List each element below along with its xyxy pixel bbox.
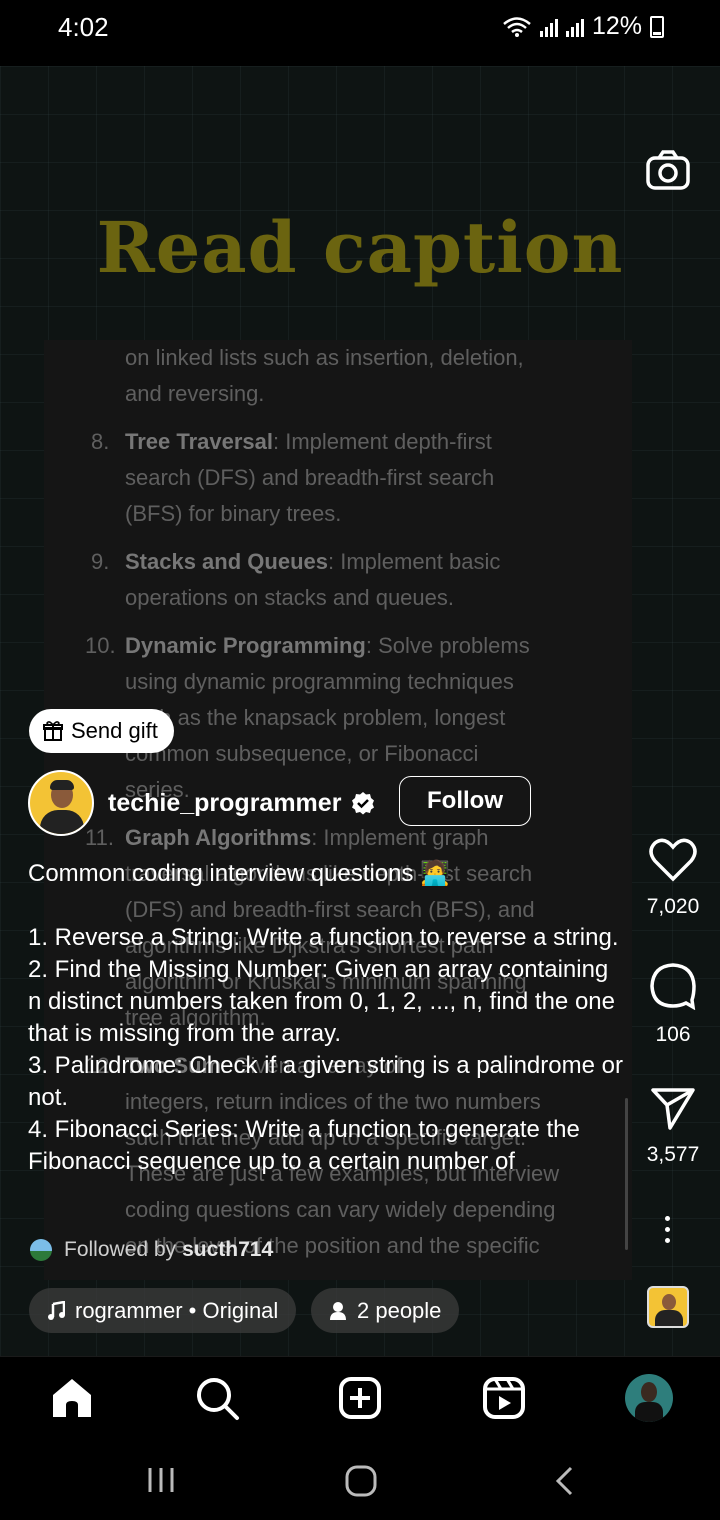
person-icon <box>330 1301 346 1320</box>
send-gift-label: Send gift <box>71 718 158 743</box>
like-count: 7,020 <box>646 895 700 918</box>
document-line-number: 9. <box>91 549 110 574</box>
username[interactable]: techie_programmer <box>108 789 341 818</box>
avatar[interactable] <box>28 770 94 836</box>
author-row: techie_programmer <box>28 770 375 836</box>
comment-count: 106 <box>655 1023 691 1046</box>
more-options-icon[interactable] <box>665 1216 671 1249</box>
caption-headline: Common coding interview questions 🧑‍💻 <box>28 860 451 887</box>
share-count: 3,577 <box>646 1143 700 1166</box>
document-line-text: and reversing. <box>125 381 265 406</box>
back-icon[interactable] <box>554 1465 574 1497</box>
document-line: 9. Stacks and Queues: Implement basic <box>91 544 501 580</box>
home-icon[interactable] <box>49 1375 95 1421</box>
signal-icon <box>565 17 584 37</box>
document-line-text: : Implement basic <box>327 549 501 574</box>
document-line-text: common subsequence, or Fibonacci <box>125 741 479 766</box>
send-icon <box>651 1088 695 1130</box>
document-line-text: (BFS) for binary trees. <box>125 501 342 526</box>
home-button-icon[interactable] <box>345 1465 377 1497</box>
document-line-text: such as the knapsack problem, longest <box>125 705 506 730</box>
document-line: common subsequence, or Fibonacci <box>125 736 478 772</box>
reel-title-text: Read caption <box>96 206 624 289</box>
battery-icon <box>650 15 664 38</box>
caption-line: 4. Fibonacci Series: Write a function to… <box>28 1116 580 1175</box>
document-line: operations on stacks and queues. <box>125 580 454 616</box>
system-nav-bar <box>0 1440 720 1520</box>
followed-by-prefix: Followed by <box>64 1238 177 1261</box>
document-line-text: operations on stacks and queues. <box>125 585 455 610</box>
document-line-text: coding questions can vary widely dependi… <box>125 1197 556 1222</box>
search-icon[interactable] <box>194 1375 240 1421</box>
battery-percent: 12% <box>591 12 642 40</box>
document-line: coding questions can vary widely dependi… <box>125 1192 556 1228</box>
document-line: such as the knapsack problem, longest <box>125 700 505 736</box>
document-line: using dynamic programming techniques <box>125 664 514 700</box>
people-label: 2 people <box>357 1297 442 1323</box>
document-line-number: 8. <box>91 429 110 454</box>
follow-button[interactable]: Follow <box>399 776 531 826</box>
caption-line: 3. Palindrome: Check if a given string i… <box>28 1052 623 1111</box>
status-time: 4:02 <box>58 12 109 42</box>
verified-badge-icon <box>352 792 375 815</box>
like-action[interactable]: 7,020 <box>626 838 720 919</box>
send-gift-button[interactable]: Send gift <box>29 709 174 753</box>
comment-action[interactable]: 106 <box>626 962 720 1047</box>
audio-chip[interactable]: rogrammer • Original <box>29 1288 297 1333</box>
document-line-text: using dynamic programming techniques <box>125 669 514 694</box>
followed-by[interactable]: Followed by sucth714 <box>30 1238 273 1262</box>
music-note-icon <box>48 1300 65 1320</box>
audio-thumbnail[interactable] <box>647 1286 689 1328</box>
document-line-text: search (DFS) and breadth-first search <box>125 465 495 490</box>
wifi-icon <box>503 16 531 37</box>
document-line: 8. Tree Traversal: Implement depth-first <box>91 424 492 460</box>
gift-icon <box>43 721 63 741</box>
create-icon[interactable] <box>337 1375 383 1421</box>
document-line: on linked lists such as insertion, delet… <box>125 340 524 376</box>
caption-line: 1. Reverse a String: Write a function to… <box>28 924 619 951</box>
followed-by-user: sucth714 <box>182 1238 274 1261</box>
document-line: search (DFS) and breadth-first search <box>125 460 494 496</box>
caption-line: 2. Find the Missing Number: Given an arr… <box>28 956 615 1047</box>
document-line: (BFS) for binary trees. <box>125 496 341 532</box>
camera-icon[interactable] <box>646 150 690 190</box>
document-line-text: : Implement depth-first <box>273 429 492 454</box>
document-line: 10. Dynamic Programming: Solve problems <box>85 628 530 664</box>
heart-icon <box>649 838 697 882</box>
document-line-heading: Tree Traversal <box>125 429 274 454</box>
share-action[interactable]: 3,577 <box>626 1086 720 1167</box>
document-line-number: 10. <box>85 633 116 658</box>
audio-label: rogrammer • Original <box>75 1297 279 1323</box>
document-line-text: on linked lists such as insertion, delet… <box>125 345 524 370</box>
document-line: and reversing. <box>125 376 264 412</box>
caption[interactable]: Common coding interview questions 🧑‍💻 1.… <box>28 858 628 1178</box>
profile-nav-avatar[interactable] <box>625 1374 673 1422</box>
follower-avatar <box>30 1239 52 1261</box>
reels-icon[interactable] <box>481 1375 527 1421</box>
document-line-text: : Solve problems <box>365 633 530 658</box>
comment-icon <box>650 963 696 1011</box>
status-bar: 4:02 12% <box>0 0 720 66</box>
people-chip[interactable]: 2 people <box>311 1288 460 1333</box>
status-icons: 12% <box>502 12 664 41</box>
document-line-heading: Stacks and Queues <box>125 549 328 574</box>
bottom-nav <box>0 1356 720 1440</box>
recent-apps-icon[interactable] <box>146 1466 176 1494</box>
signal-icon <box>539 17 558 37</box>
document-line-heading: Dynamic Programming <box>125 633 366 658</box>
